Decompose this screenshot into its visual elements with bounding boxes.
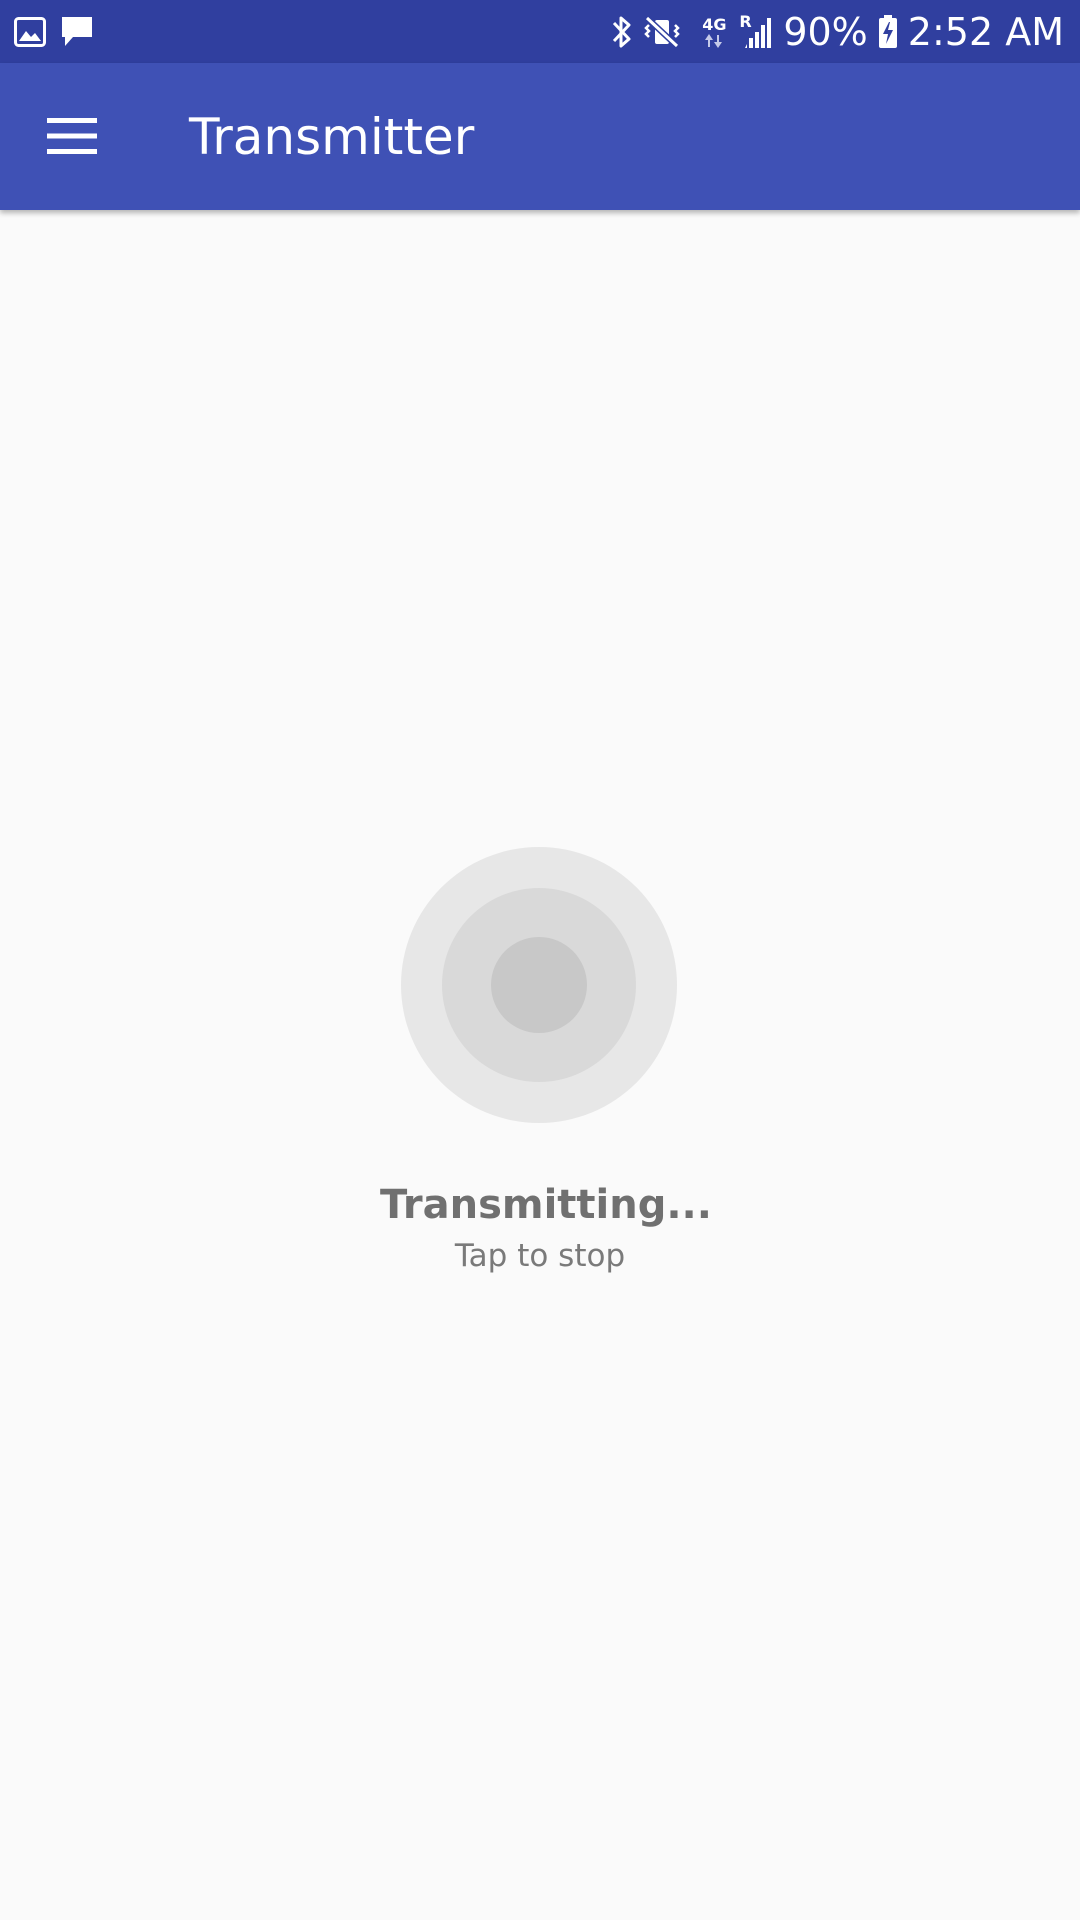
transmit-status-subtitle: Tap to stop	[454, 1238, 626, 1274]
screen: 4G R 90% 2:52 AM Transmitter Transmittin…	[0, 0, 1080, 1920]
transmit-toggle-area[interactable]: Transmitting... Tap to stop	[380, 830, 712, 1280]
roaming-label: R	[739, 11, 752, 31]
network-4g-label: 4G	[702, 14, 727, 34]
status-bar: 4G R 90% 2:52 AM	[0, 0, 1080, 63]
battery-percent: 90%	[783, 9, 868, 54]
message-notification-icon	[60, 15, 94, 49]
pulse-ring-inner	[491, 937, 587, 1033]
navigation-menu-button[interactable]	[30, 96, 114, 180]
status-time: 2:52 AM	[907, 9, 1064, 54]
battery-charging-icon	[878, 14, 898, 49]
status-bar-notifications	[14, 14, 94, 50]
page-title: Transmitter	[189, 107, 475, 166]
status-bar-system: 4G R 90% 2:52 AM	[611, 0, 1064, 63]
signal-roaming-icon: R	[739, 11, 773, 50]
menu-icon	[47, 118, 97, 158]
gallery-notification-icon	[14, 17, 46, 47]
network-4g-icon: 4G	[699, 14, 729, 48]
app-bar: Transmitter	[0, 63, 1080, 210]
bluetooth-icon	[611, 14, 633, 50]
transmit-status-title: Transmitting...	[380, 1182, 712, 1228]
vibrate-mute-icon	[643, 15, 681, 49]
transmit-pulse-icon[interactable]	[401, 847, 677, 1123]
